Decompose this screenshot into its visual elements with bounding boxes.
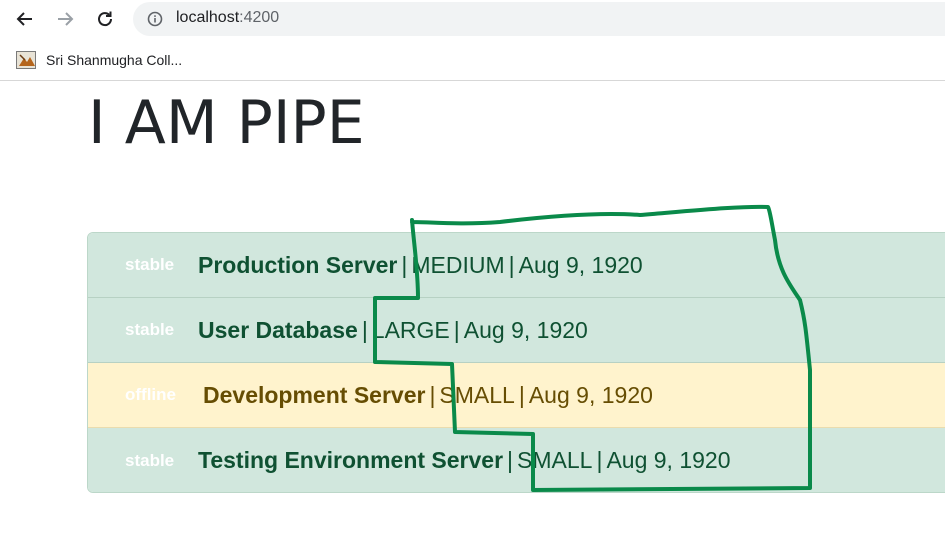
server-date: Aug 9, 1920	[528, 381, 653, 408]
separator: |	[518, 381, 525, 408]
separator: |	[401, 251, 408, 278]
server-name: Development Server	[203, 381, 426, 408]
url-port: :4200	[239, 9, 280, 26]
status-badge: stable	[125, 450, 175, 470]
bookmark-favicon-icon	[16, 51, 36, 69]
list-item: stable Testing Environment Server | SMAL…	[88, 428, 945, 492]
separator: |	[361, 316, 368, 343]
address-bar[interactable]: localhost:4200	[133, 2, 945, 36]
forward-button[interactable]	[50, 4, 80, 34]
reload-icon	[98, 11, 113, 27]
arrow-right-icon	[58, 12, 74, 26]
status-badge: stable	[125, 320, 175, 339]
server-name: Production Server	[198, 251, 398, 278]
bookmark-item[interactable]: Sri Shanmugha Coll...	[16, 50, 182, 70]
address-url[interactable]: localhost:4200	[176, 9, 279, 27]
server-size: MEDIUM	[411, 251, 505, 278]
server-size: SMALL	[439, 381, 515, 408]
bookmark-label: Sri Shanmugha Coll...	[46, 52, 183, 68]
arrow-left-icon	[16, 12, 32, 26]
reload-button[interactable]	[90, 4, 120, 34]
info-icon[interactable]	[147, 11, 163, 31]
url-host: localhost	[176, 9, 240, 26]
separator: |	[507, 447, 514, 473]
separator: |	[596, 447, 603, 473]
separator: |	[453, 316, 460, 343]
browser-toolbar: localhost:4200	[0, 0, 945, 38]
server-size: SMALL	[517, 447, 593, 473]
server-name: User Database	[198, 316, 358, 343]
page-title: I AM PIPE	[88, 88, 365, 158]
list-item: stable User Database | LARGE | Aug 9, 19…	[88, 298, 945, 363]
server-date: Aug 9, 1920	[606, 447, 731, 473]
list-item: stable Production Server | MEDIUM | Aug …	[88, 233, 945, 298]
server-name: Testing Environment Server	[198, 447, 504, 473]
back-button[interactable]	[10, 4, 40, 34]
server-date: Aug 9, 1920	[463, 316, 588, 343]
separator: |	[508, 251, 515, 278]
bookmarks-bar: Sri Shanmugha Coll...	[0, 38, 945, 81]
server-list: stable Production Server | MEDIUM | Aug …	[87, 232, 945, 493]
server-date: Aug 9, 1920	[518, 251, 643, 278]
server-size: LARGE	[371, 316, 450, 343]
status-badge: offline	[125, 385, 176, 404]
separator: |	[429, 381, 436, 408]
list-item: offline Development Server | SMALL | Aug…	[88, 363, 945, 428]
status-badge: stable	[125, 255, 175, 274]
